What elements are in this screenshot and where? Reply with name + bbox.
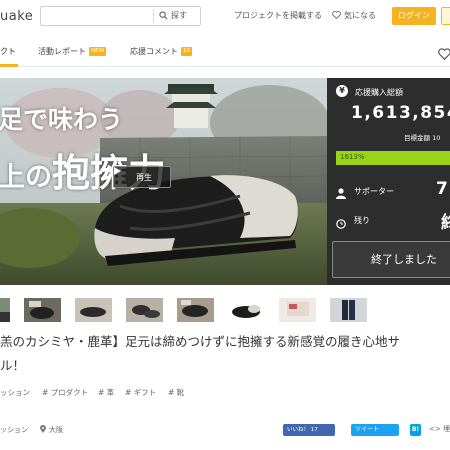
comment-count-badge: 10 xyxy=(181,47,192,56)
progress-bar: 1613% xyxy=(336,151,450,165)
category-link[interactable]: ッション xyxy=(0,425,28,435)
supporters-label: サポーター xyxy=(354,187,394,196)
login-button[interactable]: ログイン xyxy=(392,7,436,25)
project-title-line2: ル！ xyxy=(0,358,26,373)
thumbnail-7[interactable] xyxy=(279,298,316,322)
search-button-label: 探す xyxy=(171,11,187,20)
remaining-value: 終 xyxy=(441,213,450,233)
search-divider xyxy=(153,9,154,23)
goal-amount: 目標金額 10 xyxy=(404,134,441,142)
thumbnail-8[interactable] xyxy=(330,298,367,322)
tab-activity-report-label: 活動レポート xyxy=(38,47,86,56)
tab-activity-report[interactable]: 活動レポート NEW xyxy=(38,46,107,57)
tag-fashion[interactable]: ッション xyxy=(0,387,30,398)
location[interactable]: 大阪 xyxy=(40,425,63,435)
signup-button[interactable] xyxy=(441,7,450,25)
funding-panel: ¥ 応援購入総額 1,613,854 目標金額 10 1613% サポーター 7… xyxy=(327,78,450,285)
project-title: 羔のカシミヤ・鹿革】足元は締めつけずに抱擁する新感覚の履き心地サ xyxy=(0,334,401,349)
favorites-label: 気になる xyxy=(344,11,376,20)
clock-icon xyxy=(336,214,346,233)
remaining-label: 残り xyxy=(354,216,370,225)
tag-shoes[interactable]: # 靴 xyxy=(168,387,184,398)
tab-support-comments-label: 応援コメント xyxy=(130,47,178,56)
tag-product[interactable]: # プロダクト xyxy=(42,387,88,398)
new-badge: NEW xyxy=(89,47,107,56)
hero-headline-prefix: 上の xyxy=(0,162,52,193)
play-label: 再生 xyxy=(136,172,152,182)
hatena-bookmark-button[interactable]: B! xyxy=(410,424,421,436)
project-tabs: クト 活動レポート NEW 応援コメント 10 xyxy=(0,37,450,67)
thumbnail-2[interactable] xyxy=(24,298,61,322)
funded-amount: 1,613,854 xyxy=(351,103,450,123)
heart-outline-icon xyxy=(332,10,341,21)
search-button[interactable]: 探す xyxy=(159,10,187,21)
hero-video[interactable]: 足で味わう 上の抱擁力 再生 xyxy=(0,78,327,285)
tweet-button[interactable]: ツイート xyxy=(351,424,399,436)
thumbnail-6[interactable] xyxy=(228,298,265,322)
project-meta-row: ッション 大阪 いいね！ 17 ツイート B! <> 埋 xyxy=(0,424,450,438)
thumbnail-4[interactable] xyxy=(126,298,163,322)
favorites-link[interactable]: 気になる xyxy=(332,10,376,21)
person-icon xyxy=(336,184,346,203)
location-pin-icon xyxy=(40,425,46,435)
tag-leather[interactable]: # 革 xyxy=(98,387,114,398)
tab-project[interactable]: クト xyxy=(0,46,16,57)
project-ended-button[interactable]: 終了しました xyxy=(332,241,450,278)
yen-icon: ¥ xyxy=(336,85,348,97)
active-tab-indicator xyxy=(0,64,18,67)
thumbnail-3[interactable] xyxy=(75,298,112,322)
tab-support-comments[interactable]: 応援コメント 10 xyxy=(130,46,192,57)
site-header: uake 探す プロジェクトを掲載する 気になる ログイン xyxy=(0,0,450,32)
thumbnail-1[interactable] xyxy=(0,298,10,322)
thumbnail-5[interactable] xyxy=(177,298,214,322)
site-logo[interactable]: uake xyxy=(0,9,33,24)
funded-label: 応援購入総額 xyxy=(355,88,403,97)
location-label: 大阪 xyxy=(49,426,63,434)
post-project-link[interactable]: プロジェクトを掲載する xyxy=(234,10,322,21)
supporters-value: 7 xyxy=(436,179,448,199)
search-icon xyxy=(159,11,168,20)
facebook-like-button[interactable]: いいね！ 17 xyxy=(283,424,335,436)
search-input[interactable]: 探す xyxy=(40,6,201,26)
heart-icon[interactable] xyxy=(438,45,450,64)
progress-text: 1613% xyxy=(340,153,365,161)
embed-button[interactable]: <> 埋 xyxy=(429,424,450,434)
play-button[interactable]: 再生 xyxy=(113,166,171,188)
hero-headline-line1: 足で味わう xyxy=(0,105,124,134)
tab-project-label: クト xyxy=(0,47,16,56)
tag-gift[interactable]: # ギフト xyxy=(125,387,156,398)
thumbnail-strip xyxy=(0,298,450,324)
